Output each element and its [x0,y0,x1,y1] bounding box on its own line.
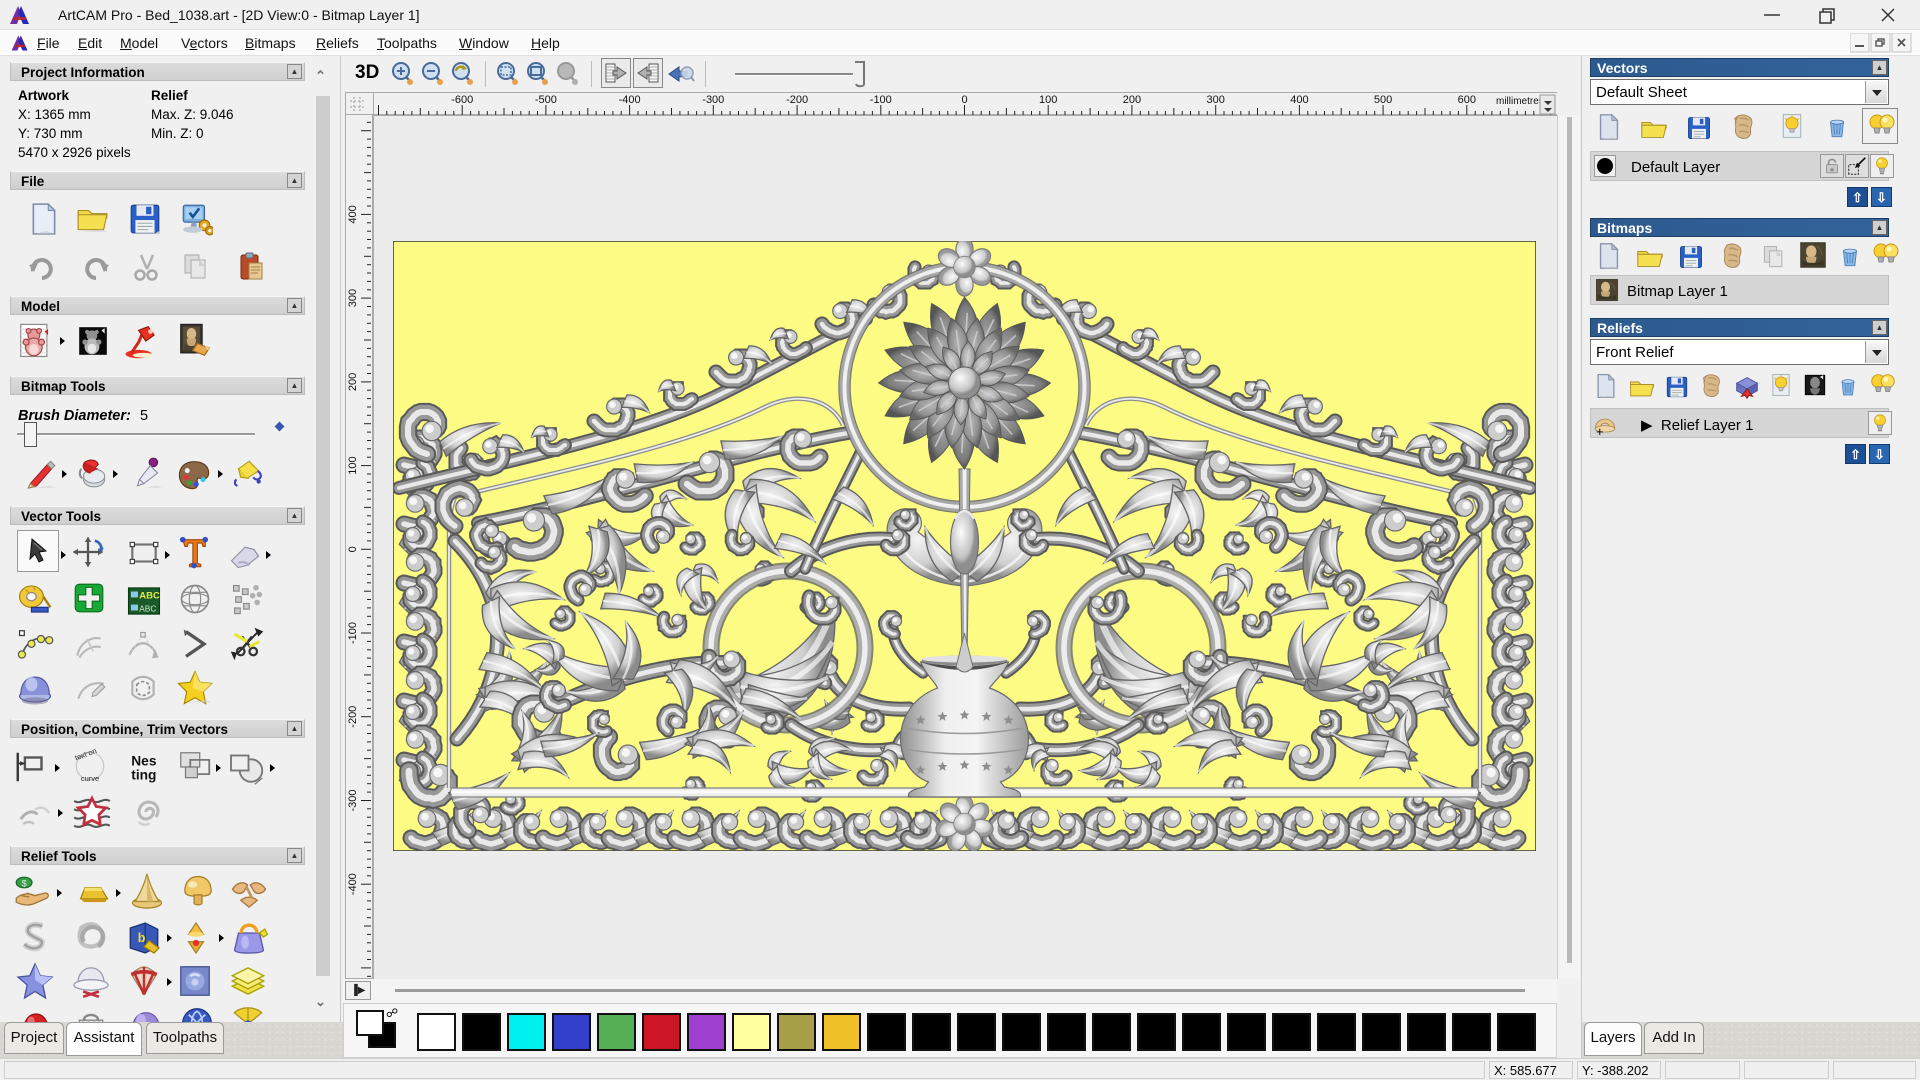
svg-text:millimetres: millimetres [1496,96,1544,107]
svg-text:300: 300 [347,289,359,307]
svg-text:$: $ [22,878,27,888]
svg-text:600: 600 [1458,94,1476,106]
svg-text:500: 500 [1374,94,1392,106]
svg-text:ting: ting [131,767,156,782]
svg-text:200: 200 [1123,94,1141,106]
svg-text:curve: curve [81,774,99,783]
svg-text:-200: -200 [347,706,359,728]
svg-text:-400: -400 [619,94,641,106]
svg-text:400: 400 [1290,94,1308,106]
svg-text:b: b [138,931,146,945]
svg-text:-300: -300 [347,789,359,811]
svg-text:text on: text on [74,746,98,762]
svg-text:-400: -400 [347,873,359,895]
svg-text:ABC: ABC [139,591,160,602]
svg-text:-100: -100 [347,622,359,644]
svg-text:-100: -100 [870,94,892,106]
svg-text:-200: -200 [786,94,808,106]
svg-text:0: 0 [347,546,359,552]
svg-text:400: 400 [347,205,359,223]
svg-text:ABC: ABC [139,604,156,614]
svg-text:200: 200 [347,373,359,391]
svg-text:-600: -600 [451,94,473,106]
svg-text:300: 300 [1207,94,1225,106]
svg-text:100: 100 [347,456,359,474]
svg-text:-300: -300 [702,94,724,106]
svg-text:0: 0 [961,94,967,106]
svg-text:100: 100 [1039,94,1057,106]
svg-text:-500: -500 [535,94,557,106]
